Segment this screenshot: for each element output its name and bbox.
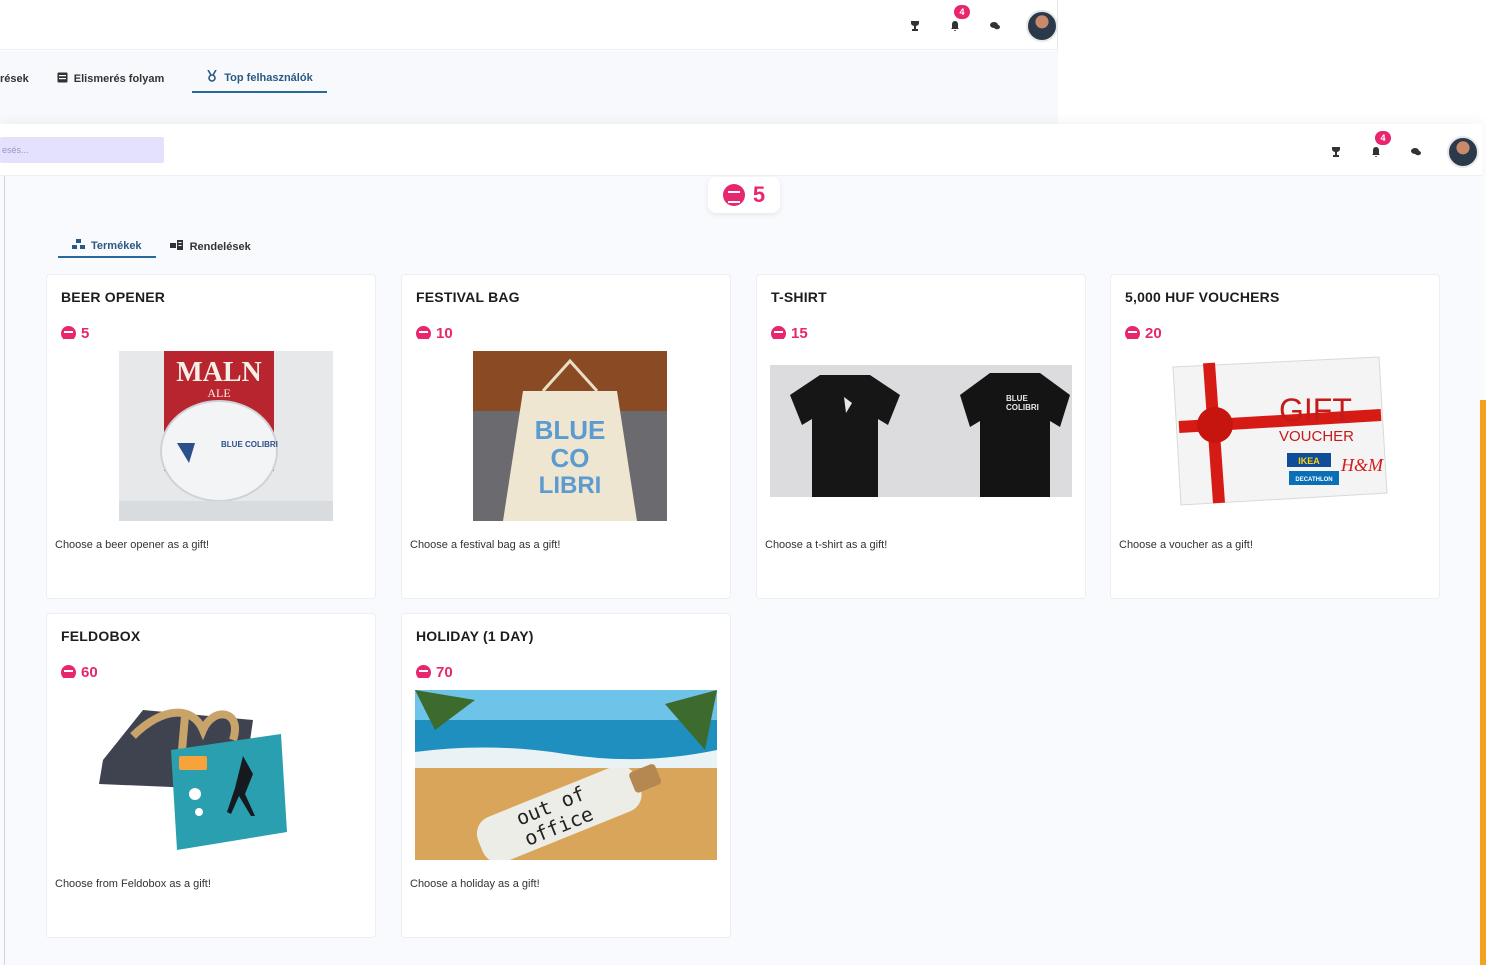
product-title: BEER OPENER (61, 289, 166, 305)
bell-icon[interactable]: 4 (946, 5, 970, 35)
product-description: Choose a t-shirt as a gift! (765, 539, 888, 551)
product-card-feldobox[interactable]: FELDOBOX 60 Choose from Feldobox as a gi… (46, 613, 376, 938)
product-description: Choose from Feldobox as a gift! (55, 878, 211, 890)
price-value: 20 (1145, 325, 1162, 342)
price-value: 70 (436, 664, 453, 681)
voucher-image: GIFT VOUCHER IKEA DECATHLON H&M (1169, 353, 1391, 513)
background-header-icons: 4 (906, 5, 1058, 42)
product-card-beer-opener[interactable]: BEER OPENER 5 MALN ALE BLUE COLIBRI Choo… (46, 274, 376, 599)
coin-balance-value: 5 (752, 182, 766, 207)
notification-badge: 4 (954, 5, 970, 19)
tab-orders[interactable]: Rendelések (156, 236, 265, 258)
shirt-text-1: BLUE (1006, 394, 1028, 403)
tab-label: Rendelések (189, 241, 251, 253)
product-price: 20 (1125, 325, 1162, 342)
front-window: esés... 4 5 Termékek Rendelések BEER OPE… (0, 124, 1482, 965)
product-title: 5,000 HUF VOUCHERS (1125, 289, 1280, 305)
product-description: Choose a beer opener as a gift! (55, 539, 210, 551)
product-card-festival-bag[interactable]: FESTIVAL BAG 10 BLUE CO LIBRI Choose a f… (401, 274, 731, 599)
medal-icon (206, 69, 218, 85)
orders-icon (169, 240, 184, 254)
feldobox-image (93, 700, 289, 860)
product-price: 5 (61, 325, 89, 342)
tab-label: Termékek (91, 240, 142, 252)
ikea-text: IKEA (1298, 456, 1320, 466)
product-card-voucher[interactable]: 5,000 HUF VOUCHERS 20 GIFT VOUCHER IKEA … (1110, 274, 1440, 599)
coin-icon (416, 326, 431, 341)
tab-label: Elismerés folyam (73, 72, 165, 85)
product-title: T-SHIRT (771, 289, 827, 305)
search-input[interactable]: esés... (0, 137, 164, 163)
product-description: Choose a festival bag as a gift! (410, 539, 561, 551)
product-price: 15 (771, 325, 808, 342)
tab-label: rések (0, 72, 29, 85)
tab-recognition-feed[interactable]: Elismerés folyam (57, 72, 165, 92)
gift-text: GIFT (1279, 392, 1352, 428)
trophy-icon[interactable] (1327, 143, 1345, 161)
tab-top-users[interactable]: Top felhasználók (192, 69, 327, 93)
tshirt-image: BLUE COLIBRI (770, 365, 1072, 497)
beer-can-text: MALN (176, 357, 262, 388)
product-title: HOLIDAY (1 DAY) (416, 628, 534, 644)
shop-tabs: Termékek Rendelések (58, 236, 265, 258)
coin-icon (416, 665, 431, 680)
coin-icon (771, 326, 786, 341)
bag-text-3: LIBRI (539, 472, 602, 499)
coin-icon (722, 184, 745, 206)
background-tabs: rések Elismerés folyam Top felhasználók (0, 69, 355, 93)
coin-balance: 5 (708, 177, 780, 213)
tab-products[interactable]: Termékek (58, 236, 156, 258)
product-price: 60 (61, 664, 98, 681)
chat-icon[interactable] (986, 17, 1004, 35)
coin-icon (1125, 326, 1140, 341)
voucher-text: VOUCHER (1279, 428, 1354, 445)
shirt-text-2: COLIBRI (1006, 403, 1039, 412)
tab-partial[interactable]: rések (0, 73, 29, 91)
brand-text: BLUE COLIBRI (221, 440, 278, 449)
product-card-holiday[interactable]: HOLIDAY (1 DAY) 70 out of office Choose … (401, 613, 731, 938)
trophy-icon[interactable] (906, 17, 924, 35)
background-window: 4 rések Elismerés folyam Top felhasználó… (0, 0, 1058, 124)
festival-bag-image: BLUE CO LIBRI (473, 351, 667, 521)
avatar[interactable] (1026, 10, 1058, 42)
product-card-tshirt[interactable]: T-SHIRT 15 BLUE COLIBRI Choose a t-shirt… (756, 274, 1086, 599)
front-header-icons: 4 (1327, 131, 1479, 168)
front-header: esés... 4 (0, 124, 1482, 176)
beer-can-sub-text: ALE (207, 386, 230, 400)
product-title: FESTIVAL BAG (416, 289, 520, 305)
product-description: Choose a holiday as a gift! (410, 878, 540, 890)
avatar[interactable] (1447, 136, 1479, 168)
feed-icon (57, 72, 68, 86)
hm-text: H&M (1340, 455, 1384, 475)
notification-badge: 4 (1375, 131, 1391, 145)
beer-opener-image: MALN ALE BLUE COLIBRI (119, 351, 333, 521)
bag-text-2: CO (551, 443, 590, 473)
product-description: Choose a voucher as a gift! (1119, 539, 1253, 551)
products-icon (72, 239, 85, 253)
side-accent-bar (1480, 400, 1486, 965)
coin-icon (61, 665, 76, 680)
price-value: 5 (81, 325, 90, 342)
bell-icon[interactable]: 4 (1367, 131, 1391, 161)
sidebar-divider (4, 176, 5, 965)
background-header: 4 (0, 0, 1058, 50)
holiday-image: out of office (415, 690, 717, 860)
tab-label: Top felhasználók (224, 71, 313, 84)
price-value: 60 (81, 664, 98, 681)
product-title: FELDOBOX (61, 628, 141, 644)
decathlon-text: DECATHLON (1295, 477, 1332, 483)
price-value: 15 (791, 325, 808, 342)
product-price: 10 (416, 325, 453, 342)
product-price: 70 (416, 664, 453, 681)
bag-text-1: BLUE (535, 415, 606, 445)
coin-icon (61, 326, 76, 341)
price-value: 10 (436, 325, 453, 342)
chat-icon[interactable] (1407, 143, 1425, 161)
